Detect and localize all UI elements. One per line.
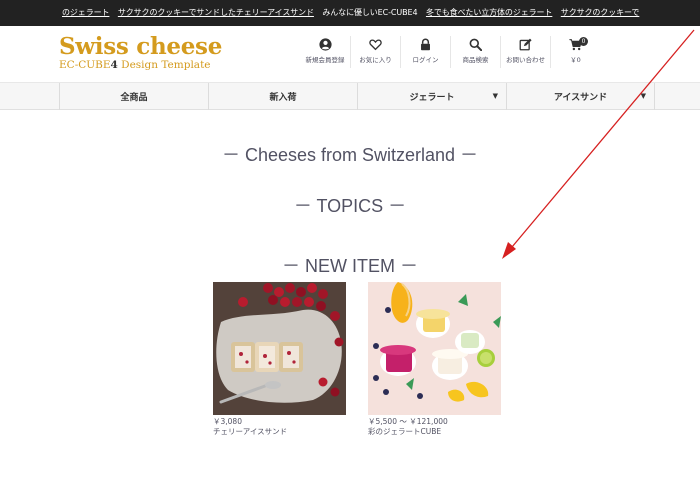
product-card[interactable]: ￥5,500 ～ ￥121,000 彩のジェラートCUBE	[368, 282, 501, 437]
section-heading-new-item: － NEW ITEM －	[282, 256, 418, 276]
product-image-gelato-cube[interactable]	[368, 282, 501, 415]
ticker-link[interactable]: サクサクのクッキーでサンドしたチェリーアイスサンド	[118, 8, 314, 17]
section-heading-topics: － TOPICS －	[293, 196, 407, 216]
product-price: ￥5,500 ～ ￥121,000	[368, 417, 448, 426]
product-image-cherry-sandwich[interactable]	[213, 282, 346, 415]
product-price: ￥3,080	[213, 417, 242, 426]
nav-label: お気に入り	[359, 56, 392, 64]
lock-icon	[421, 38, 430, 51]
nav-label: ログイン	[412, 56, 439, 64]
nav-register[interactable]: 新規会員登録	[300, 36, 350, 68]
ticker-link[interactable]: サクサクのクッキーで	[561, 8, 640, 17]
category-ice-sandwich[interactable]: アイスサンド ▼	[506, 83, 655, 110]
category-nav: 全商品 新入荷 ジェラート ▼ アイスサンド ▼	[0, 82, 700, 110]
product-name[interactable]: 彩のジェラートCUBE	[368, 427, 501, 437]
header-nav: 新規会員登録 お気に入り ログイン 商品検索 お問い合わせ 0 ￥0	[300, 36, 600, 68]
nav-label: お問い合わせ	[506, 56, 545, 64]
site-header: Swiss cheese EC-CUBE4 Design Template 新規…	[0, 26, 700, 82]
cart-count-badge: 0	[579, 37, 588, 46]
ticker-link[interactable]: 冬でも食べたい立方体のジェラート	[426, 8, 553, 17]
category-new[interactable]: 新入荷	[208, 83, 357, 110]
nav-favorites[interactable]: お気に入り	[350, 36, 400, 68]
product-name[interactable]: チェリーアイスサンド	[213, 427, 346, 437]
section-heading-cheeses: － Cheeses from Switzerland －	[221, 145, 479, 165]
nav-label: 新規会員登録	[305, 56, 345, 64]
nav-search[interactable]: 商品検索	[450, 36, 500, 68]
heart-icon	[369, 39, 382, 51]
user-icon	[318, 38, 332, 51]
cart-total: ￥0	[570, 56, 581, 64]
category-all[interactable]: 全商品	[59, 83, 208, 110]
site-logo[interactable]: Swiss cheese EC-CUBE4 Design Template	[59, 35, 222, 72]
edit-icon	[519, 38, 532, 51]
category-gelato[interactable]: ジェラート ▼	[357, 83, 506, 110]
nav-contact[interactable]: お問い合わせ	[500, 36, 550, 68]
nav-label: 商品検索	[462, 56, 489, 64]
ticker-text: みんなに優しいEC-CUBE4	[322, 8, 418, 17]
announcement-ticker: のジェラート サクサクのクッキーでサンドしたチェリーアイスサンド みんなに優しい…	[0, 0, 700, 26]
nav-cart[interactable]: 0 ￥0	[550, 36, 600, 68]
search-icon	[469, 38, 482, 51]
caret-down-icon: ▼	[640, 92, 646, 100]
caret-down-icon: ▼	[492, 92, 498, 100]
nav-login[interactable]: ログイン	[400, 36, 450, 68]
logo-title: Swiss cheese	[59, 33, 223, 60]
ticker-link[interactable]: のジェラート	[62, 8, 110, 17]
logo-subtitle: EC-CUBE4 Design Template	[59, 59, 211, 71]
product-card[interactable]: ￥3,080 チェリーアイスサンド	[213, 282, 346, 437]
